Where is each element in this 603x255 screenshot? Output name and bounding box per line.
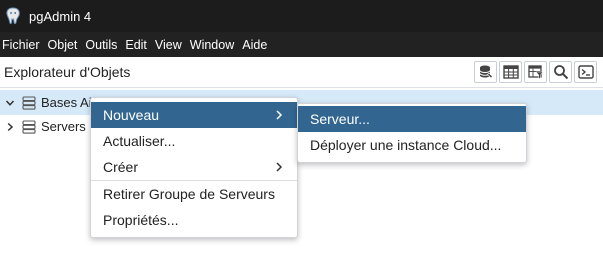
table-grid-icon xyxy=(502,65,519,79)
object-explorer-header: Explorateur d'Objets xyxy=(0,57,603,88)
pgadmin-elephant-icon xyxy=(5,7,21,25)
menu-item-label: Créer xyxy=(103,159,139,175)
menu-item-serveur[interactable]: Serveur... xyxy=(298,106,526,132)
app-title: pgAdmin 4 xyxy=(29,8,92,24)
search-objects-button[interactable] xyxy=(549,61,572,83)
context-menu: Nouveau Actualiser... Créer Retirer Grou… xyxy=(90,97,298,238)
menu-outils[interactable]: Outils xyxy=(81,38,121,52)
search-icon xyxy=(553,64,569,80)
filtered-rows-button[interactable] xyxy=(524,61,547,83)
menu-item-retirer-groupe[interactable]: Retirer Groupe de Serveurs xyxy=(91,181,297,207)
menu-view[interactable]: View xyxy=(151,38,186,52)
menu-item-creer[interactable]: Créer xyxy=(91,154,297,180)
menu-item-label: Retirer Groupe de Serveurs xyxy=(103,186,275,202)
chevron-right-icon xyxy=(275,159,283,175)
menu-item-actualiser[interactable]: Actualiser... xyxy=(91,128,297,154)
menu-item-label: Propriétés... xyxy=(103,212,179,228)
chevron-right-icon[interactable] xyxy=(5,122,15,132)
menu-item-label: Serveur... xyxy=(310,111,370,127)
menu-item-label: Nouveau xyxy=(103,107,160,123)
tree-item-label: Servers xyxy=(41,119,86,134)
panel-title: Explorateur d'Objets xyxy=(4,64,131,80)
menu-item-label: Déployer une instance Cloud... xyxy=(310,137,502,153)
menu-objet[interactable]: Objet xyxy=(44,38,82,52)
menu-item-proprietes[interactable]: Propriétés... xyxy=(91,207,297,233)
menu-aide[interactable]: Aide xyxy=(238,38,271,52)
menu-item-label: Actualiser... xyxy=(103,133,176,149)
title-bar: pgAdmin 4 xyxy=(0,0,603,32)
database-query-icon xyxy=(478,64,494,80)
menu-item-deployer-cloud[interactable]: Déployer une instance Cloud... xyxy=(298,132,526,158)
query-tool-button[interactable] xyxy=(474,61,497,83)
menu-item-nouveau[interactable]: Nouveau xyxy=(91,102,297,128)
filtered-rows-icon xyxy=(527,65,544,79)
menu-window[interactable]: Window xyxy=(186,38,238,52)
menu-edit[interactable]: Edit xyxy=(121,38,151,52)
terminal-icon xyxy=(577,65,594,79)
server-group-icon xyxy=(22,95,36,110)
chevron-down-icon[interactable] xyxy=(5,98,15,108)
chevron-right-icon xyxy=(275,107,283,123)
view-data-button[interactable] xyxy=(499,61,522,83)
server-group-icon xyxy=(22,119,36,134)
tree-item-label: Bases Ai xyxy=(41,95,92,110)
menu-fichier[interactable]: Fichier xyxy=(0,38,44,52)
psql-tool-button[interactable] xyxy=(574,61,597,83)
menu-bar: Fichier Objet Outils Edit View Window Ai… xyxy=(0,32,603,57)
submenu-nouveau: Serveur... Déployer une instance Cloud..… xyxy=(297,103,527,163)
explorer-toolbar xyxy=(472,61,597,83)
